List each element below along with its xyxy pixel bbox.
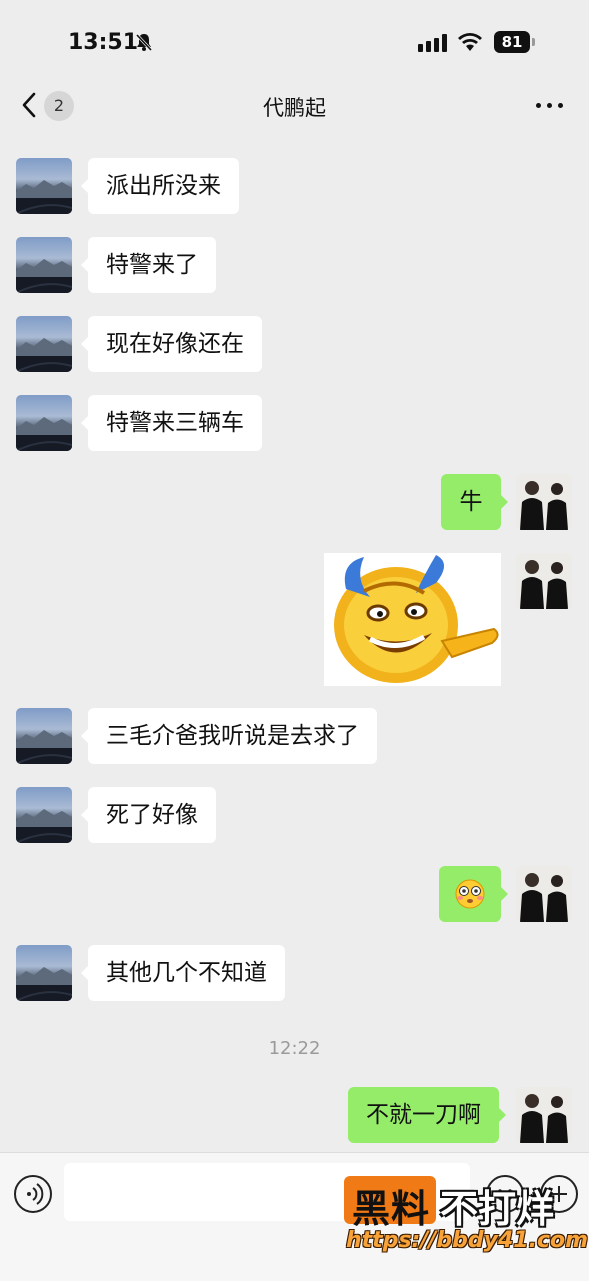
contact-avatar[interactable] xyxy=(16,316,72,372)
voice-icon xyxy=(27,1183,44,1205)
outgoing-message[interactable]: 牛 xyxy=(441,474,508,530)
incoming-message[interactable]: 派出所没来 xyxy=(81,158,239,214)
flushed-face-icon xyxy=(455,879,485,909)
incoming-message[interactable]: 死了好像 xyxy=(81,787,216,843)
status-time: 13:51 xyxy=(68,30,139,55)
incoming-message[interactable]: 三毛介爸我听说是去求了 xyxy=(81,708,377,764)
voice-button[interactable] xyxy=(14,1175,52,1213)
contact-avatar[interactable] xyxy=(16,237,72,293)
incoming-message[interactable]: 特警来了 xyxy=(81,237,216,293)
outgoing-message[interactable]: 不就一刀啊 xyxy=(348,1087,506,1143)
my-avatar[interactable] xyxy=(516,474,572,530)
battery-tip xyxy=(532,38,535,46)
sticker-message[interactable] xyxy=(324,553,501,686)
battery-icon: 81 xyxy=(494,31,530,53)
contact-avatar[interactable] xyxy=(16,395,72,451)
message-list[interactable]: 派出所没来 特警来了 现在好像还在 特警来三辆车 牛 三毛介爸我听说是去求了 死… xyxy=(0,134,589,1152)
contact-avatar[interactable] xyxy=(16,945,72,1001)
more-button[interactable] xyxy=(532,94,568,114)
watermark-text-a: 黑料 xyxy=(352,1187,431,1231)
watermark: 黑料 不打烊 https://bbdy41.com xyxy=(344,1176,588,1266)
chat-header: 2 代鹏起 xyxy=(0,80,589,134)
my-avatar[interactable] xyxy=(516,553,572,609)
signal-icon xyxy=(418,34,450,56)
sticker-emoji-icon xyxy=(334,555,499,683)
incoming-message[interactable]: 其他几个不知道 xyxy=(81,945,285,1001)
chat-title: 代鹏起 xyxy=(263,96,326,120)
outgoing-message[interactable] xyxy=(439,866,508,922)
wifi-icon xyxy=(457,32,483,56)
contact-avatar[interactable] xyxy=(16,708,72,764)
my-avatar[interactable] xyxy=(516,866,572,922)
my-avatar[interactable] xyxy=(516,1087,572,1143)
incoming-message[interactable]: 特警来三辆车 xyxy=(81,395,262,451)
contact-avatar[interactable] xyxy=(16,158,72,214)
mute-bell-icon xyxy=(134,32,154,56)
status-bar: 13:51 81 xyxy=(0,0,589,80)
contact-avatar[interactable] xyxy=(16,787,72,843)
incoming-message[interactable]: 现在好像还在 xyxy=(81,316,262,372)
watermark-url: https://bbdy41.com xyxy=(346,1228,589,1253)
message-timestamp: 12:22 xyxy=(268,1038,321,1059)
watermark-text-b: 不打烊 xyxy=(440,1187,555,1231)
